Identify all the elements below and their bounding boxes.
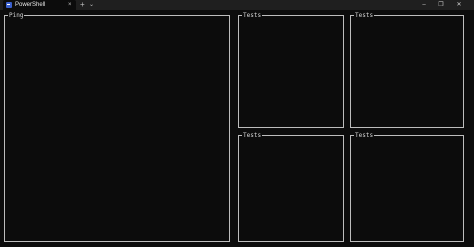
terminal-area[interactable]: Ping Tests Tests Tests Tests bbox=[0, 10, 474, 247]
tab-close-icon[interactable]: × bbox=[68, 1, 72, 9]
panel-title: Tests bbox=[242, 12, 263, 19]
tab-title: PowerShell bbox=[15, 2, 46, 8]
tests-panel-top-right: Tests bbox=[350, 12, 464, 128]
minimize-button[interactable]: – bbox=[417, 0, 431, 10]
tab-powershell[interactable]: PowerShell × bbox=[3, 0, 76, 10]
panel-title: Tests bbox=[354, 132, 375, 139]
new-tab-button[interactable]: + bbox=[80, 0, 85, 10]
tests-panel-top-left: Tests bbox=[238, 12, 344, 128]
chevron-down-icon[interactable]: ⌄ bbox=[89, 0, 94, 10]
ping-panel: Ping bbox=[4, 12, 230, 242]
powershell-icon bbox=[6, 2, 12, 8]
panel-title: Ping bbox=[8, 12, 25, 19]
maximize-button[interactable]: ❐ bbox=[434, 0, 448, 10]
tests-panel-bottom-left: Tests bbox=[238, 132, 344, 242]
close-button[interactable]: ✕ bbox=[452, 0, 466, 10]
tests-panel-bottom-right: Tests bbox=[350, 132, 464, 242]
panel-title: Tests bbox=[354, 12, 375, 19]
title-bar: PowerShell × + ⌄ – ❐ ✕ bbox=[0, 0, 474, 10]
panel-title: Tests bbox=[242, 132, 263, 139]
